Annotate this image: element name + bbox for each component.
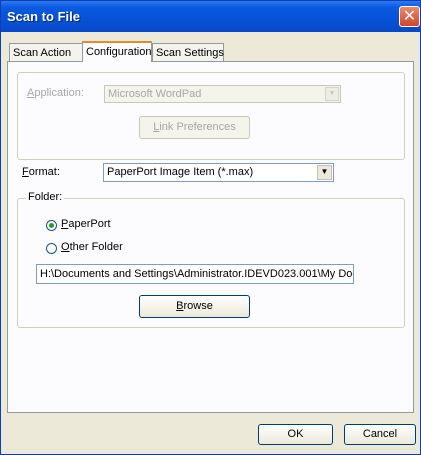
paperport-label[interactable]: PaperPort	[61, 218, 111, 230]
format-value: PaperPort Image Item (*.max)	[107, 166, 254, 178]
link-preferences-button: Link Preferences	[139, 116, 250, 139]
application-select: Microsoft WordPad ▼	[104, 85, 341, 103]
tab-configuration[interactable]: Configuration	[82, 41, 152, 62]
other-folder-label[interactable]: Other Folder	[61, 241, 123, 253]
tab-label: Scan Settings	[156, 47, 224, 59]
tab-scan-action[interactable]: Scan Action	[9, 43, 83, 62]
folder-path-field[interactable]: H:\Documents and Settings\Administrator.…	[36, 264, 354, 284]
tab-label: Configuration	[86, 46, 152, 58]
folder-group-label: Folder:	[26, 191, 65, 203]
other-folder-radio[interactable]	[46, 243, 57, 254]
title-bar[interactable]: Scan to File ✕	[1, 1, 420, 32]
dropdown-arrow-icon: ▼	[325, 87, 339, 101]
close-button[interactable]: ✕	[399, 6, 420, 27]
tab-panel: Application: Microsoft WordPad ▼ Link Pr…	[7, 61, 414, 413]
close-icon: ✕	[402, 6, 417, 25]
format-select[interactable]: PaperPort Image Item (*.max) ▼	[103, 163, 334, 182]
folder-group: Folder: PaperPort Other Folder H:\Docume…	[17, 191, 405, 328]
tab-label: Scan Action	[13, 47, 72, 59]
window-title: Scan to File	[7, 9, 80, 24]
application-value: Microsoft WordPad	[108, 88, 202, 100]
ok-button[interactable]: OK	[258, 424, 333, 445]
cancel-button[interactable]: Cancel	[344, 424, 416, 445]
paperport-radio[interactable]	[46, 220, 57, 231]
dialog-window: Scan to File ✕ Scan Action Configuration…	[0, 0, 421, 455]
format-label: Format:	[22, 166, 60, 178]
tab-scan-settings[interactable]: Scan Settings	[152, 43, 224, 62]
application-group: Application: Microsoft WordPad ▼ Link Pr…	[17, 72, 405, 160]
dropdown-arrow-icon[interactable]: ▼	[317, 165, 332, 180]
browse-button[interactable]: Browse	[139, 295, 250, 318]
application-label: Application:	[27, 87, 84, 99]
